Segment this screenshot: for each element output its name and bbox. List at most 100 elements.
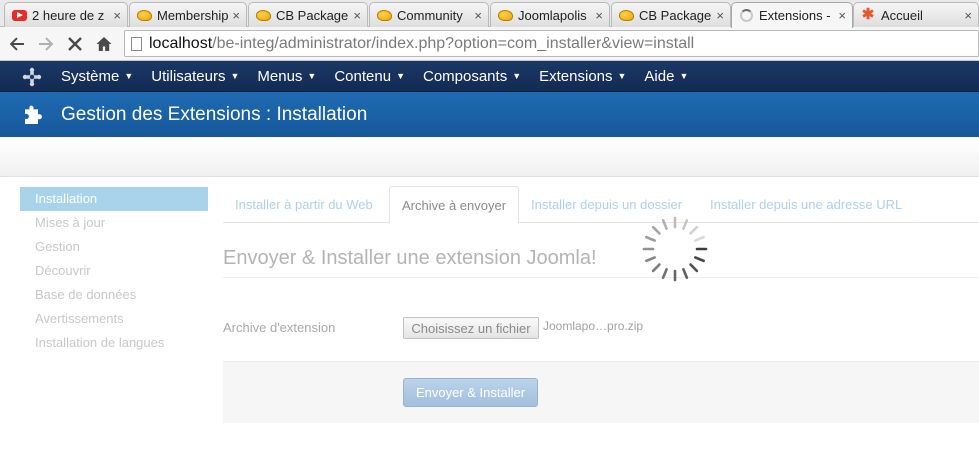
puzzle-icon <box>25 105 42 124</box>
browser-tab[interactable]: Community × <box>369 2 489 27</box>
form-legend: Envoyer & Installer une extension Joomla… <box>223 247 979 278</box>
page-icon <box>131 36 142 51</box>
form-actions: Envoyer & Installer <box>223 361 979 423</box>
menu-label: Menus <box>257 68 303 85</box>
youtube-icon <box>11 7 27 23</box>
menu-extensions[interactable]: Extensions ▼ <box>539 68 626 85</box>
close-icon[interactable]: × <box>595 8 603 23</box>
spinner-tick <box>682 268 689 279</box>
close-icon[interactable]: × <box>964 8 972 23</box>
field-label: Archive d'extension <box>223 320 336 335</box>
caret-down-icon: ▼ <box>512 71 522 81</box>
sidebar: Installation Mises à jour Gestion Découv… <box>20 187 208 355</box>
tab-install-from-url[interactable]: Installer depuis une adresse URL <box>698 186 914 223</box>
menu-label: Extensions <box>539 68 613 85</box>
spinner-tick <box>645 256 656 263</box>
sidebar-item-updates[interactable]: Mises à jour <box>20 211 208 235</box>
browser-tab[interactable]: Membership × <box>129 2 247 27</box>
spinner-tick <box>694 256 705 263</box>
close-icon[interactable]: × <box>113 8 121 23</box>
admin-top-menu: Système ▼ Utilisateurs ▼ Menus ▼ Contenu ▼ C… <box>0 61 979 92</box>
spinner-tick <box>661 219 668 230</box>
browser-tab-strip: 2 heure de z × Membership × CB Packager … <box>0 0 979 28</box>
back-arrow-icon[interactable] <box>5 32 29 56</box>
menu-aide[interactable]: Aide ▼ <box>644 68 688 85</box>
close-icon[interactable]: × <box>838 8 846 23</box>
browser-tab-title: Joomlapolis <box>518 7 587 23</box>
close-icon[interactable]: × <box>474 8 482 23</box>
browser-tab-title: Accueil <box>881 7 923 23</box>
stop-icon[interactable] <box>63 32 87 56</box>
menu-menus[interactable]: Menus ▼ <box>257 68 316 85</box>
tab-upload-package[interactable]: Archive à envoyer <box>389 186 520 224</box>
spinner-tick <box>651 225 661 235</box>
browser-toolbar: localhost/be-integ/administrator/index.p… <box>0 27 979 61</box>
browser-tab-title: CB Packager <box>276 7 350 23</box>
joomlapolis-icon <box>255 7 271 23</box>
joomla-icon: ✱ <box>861 6 875 23</box>
menu-label: Composants <box>422 68 508 85</box>
caret-down-icon: ▼ <box>230 71 240 81</box>
page-header: Gestion des Extensions : Installation <box>0 92 979 137</box>
browser-tab-title: Membership <box>157 7 229 23</box>
menu-label: Utilisateurs <box>151 68 226 85</box>
spinner-tick <box>689 263 699 273</box>
browser-tab[interactable]: ✱ Accueil × <box>853 2 979 27</box>
spinner-tick <box>689 225 699 235</box>
menu-label: Contenu <box>334 68 392 85</box>
browser-tab-title: Community <box>397 7 463 23</box>
spinner-tick <box>682 219 689 230</box>
tab-install-from-web[interactable]: Installer à partir du Web <box>223 186 385 223</box>
browser-tab[interactable]: Joomlapolis × <box>490 2 610 27</box>
joomlapolis-icon <box>497 7 513 23</box>
caret-down-icon: ▼ <box>396 71 405 81</box>
spinner-tick <box>645 235 656 242</box>
browser-tab-active[interactable]: Extensions - × <box>731 2 853 28</box>
browser-tab[interactable]: CB Packager × <box>248 2 368 27</box>
toolbar-area <box>0 137 979 177</box>
page-title: Gestion des Extensions : Installation <box>61 104 368 125</box>
url-host: localhost <box>149 34 213 52</box>
forward-arrow-icon[interactable] <box>34 32 58 56</box>
loading-spinner-icon <box>642 216 708 282</box>
joomlapolis-icon <box>618 7 634 23</box>
installer-tabs: Installer à partir du Web Archive à envo… <box>223 186 979 224</box>
menu-label: Aide <box>644 68 675 85</box>
menu-utilisateurs[interactable]: Utilisateurs ▼ <box>151 68 239 85</box>
browser-tab-title: 2 heure de z <box>32 7 105 23</box>
menu-label: Système <box>61 68 120 85</box>
sidebar-item-manage[interactable]: Gestion <box>20 235 208 259</box>
choose-file-button[interactable]: Choisissez un fichier <box>403 317 539 339</box>
menu-composants[interactable]: Composants ▼ <box>423 68 521 85</box>
spinner-tick <box>651 263 661 273</box>
browser-tab-title: CB Packager <box>639 7 713 23</box>
browser-tab-title: Extensions - <box>759 8 831 23</box>
caret-down-icon: ▼ <box>679 71 689 81</box>
sidebar-item-database[interactable]: Base de données <box>20 283 208 307</box>
caret-down-icon: ▼ <box>617 71 627 81</box>
loading-icon <box>738 8 754 24</box>
address-bar[interactable]: localhost/be-integ/administrator/index.p… <box>124 30 979 57</box>
sidebar-item-warnings[interactable]: Avertissements <box>20 307 208 331</box>
sidebar-item-installation[interactable]: Installation <box>20 187 208 211</box>
spinner-tick <box>661 268 668 279</box>
sidebar-item-discover[interactable]: Découvrir <box>20 259 208 283</box>
spinner-tick <box>694 235 705 242</box>
sidebar-item-languages[interactable]: Installation de langues <box>20 331 208 355</box>
selected-file-name: Joomlapo…pro.zip <box>543 319 644 333</box>
browser-tab[interactable]: 2 heure de z × <box>4 2 128 27</box>
close-icon[interactable]: × <box>716 8 724 23</box>
home-icon[interactable] <box>92 32 116 56</box>
joomla-logo-icon[interactable] <box>22 67 42 87</box>
close-icon[interactable]: × <box>353 8 361 23</box>
joomlapolis-icon <box>376 7 392 23</box>
browser-tab[interactable]: CB Packager × <box>611 2 731 27</box>
joomlapolis-icon <box>136 7 152 23</box>
caret-down-icon: ▼ <box>124 71 134 81</box>
upload-install-button[interactable]: Envoyer & Installer <box>403 378 538 407</box>
menu-systeme[interactable]: Système ▼ <box>61 68 133 85</box>
caret-down-icon: ▼ <box>307 71 317 81</box>
url-path: /be-integ/administrator/index.php?option… <box>212 34 695 52</box>
close-icon[interactable]: × <box>232 8 240 23</box>
menu-contenu[interactable]: Contenu ▼ <box>334 68 405 85</box>
